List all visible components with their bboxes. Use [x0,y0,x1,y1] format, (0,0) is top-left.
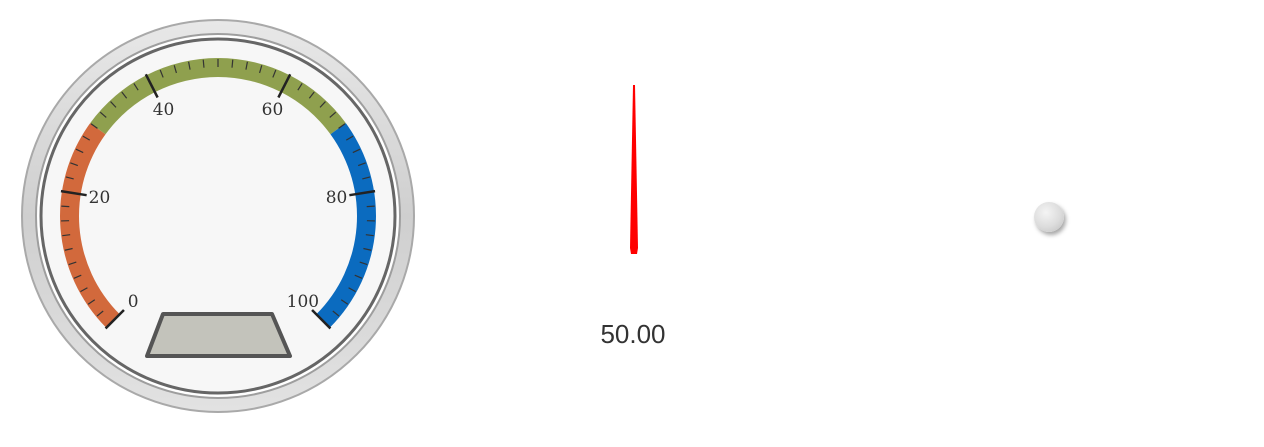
gauge-value-box [145,312,292,358]
gauge-minor-tick [231,59,234,68]
value-readout: 50.00 [600,319,666,349]
needle-pointer [630,85,638,254]
gauge-tick-label: 100 [287,292,319,312]
gauge-tick-label: 20 [89,188,111,208]
gauge-minor-tick [61,205,70,208]
gauge-tick-label: 40 [153,100,175,120]
needle-pivot-cap-icon [1034,202,1064,232]
radial-gauge: 0 20 40 60 80 100 [21,19,415,413]
gauge-minor-tick [366,205,375,208]
gauge-tick-label: 60 [262,100,284,120]
gauge-minor-tick [202,59,205,68]
needle [622,84,646,258]
gauge-tick-label: 0 [128,292,139,312]
gauge-tick-label: 80 [326,188,348,208]
